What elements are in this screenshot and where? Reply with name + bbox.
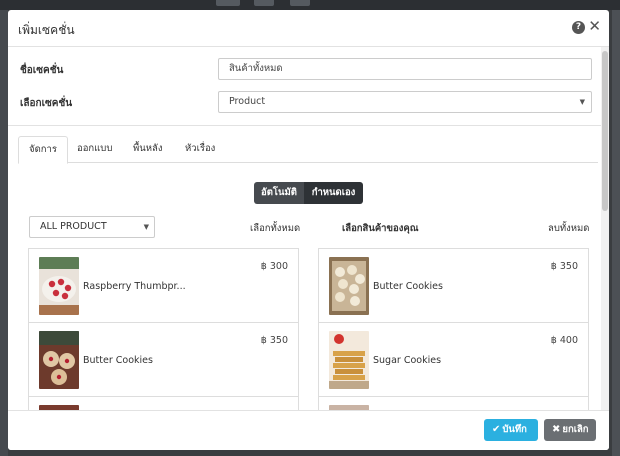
backdrop-right [612,10,620,456]
cancel-button[interactable]: ✖ ยกเลิก [544,419,596,441]
section-type-value: Product [229,96,266,107]
save-button-label: บันทึก [502,424,527,435]
product-price: ฿ 350 [260,335,288,346]
modal-title: เพิ่มเซคชั่น [18,23,75,37]
tab-background[interactable]: พื้นหลัง [123,136,172,163]
product-thumbnail [329,257,369,315]
caret-down-icon: ▼ [579,98,585,106]
modal-header: เพิ่มเซคชั่น ? ✕ [8,10,609,47]
backdrop-left [0,10,8,456]
product-thumbnail [39,257,79,315]
list-item[interactable]: Sugar Cookies ฿ 400 [319,323,588,397]
selected-products-list: Butter Cookies ฿ 350 Sugar Cookies ฿ 400 [318,248,589,410]
backdrop-top-bar [0,0,620,10]
modal-scrollbar[interactable] [601,47,609,410]
your-products-title: เลือกสินค้าของคุณ [342,223,419,234]
section-name-value: สินค้าทั้งหมด [229,63,283,74]
backdrop-mobile-icon [254,0,274,6]
product-filter-value: ALL PRODUCT [40,221,107,232]
backdrop-monitor-icon [216,0,240,6]
product-thumbnail [39,331,79,389]
section-tabs: จัดการ ออกแบบ พื้นหลัง หัวเรื่อง [18,136,598,164]
available-products-list: Raspberry Thumbpr... ฿ 300 Butter Cookie… [28,248,299,410]
select-all-link[interactable]: เลือกทั้งหมด [250,221,300,236]
tab-manage[interactable]: จัดการ [18,136,68,164]
list-item[interactable]: Raspberry Thumbpr... ฿ 300 [29,249,298,323]
save-button[interactable]: ✔ บันทึก [484,419,538,441]
product-price: ฿ 300 [260,261,288,272]
help-icon[interactable]: ? [572,21,585,34]
list-item[interactable] [29,397,298,410]
form-divider [8,125,609,126]
mode-auto-button[interactable]: อัตโนมัติ [254,182,304,204]
product-name: Sugar Cookies [373,355,442,366]
product-name: Butter Cookies [83,355,153,366]
cancel-button-label: ยกเลิก [562,424,589,435]
section-name-label: ชื่อเซคชั่น [20,65,64,76]
add-section-modal: เพิ่มเซคชั่น ? ✕ ชื่อเซคชั่น สินค้าทั้งห… [8,10,609,450]
tab-heading[interactable]: หัวเรื่อง [175,136,225,163]
product-name: Raspberry Thumbpr... [83,281,186,292]
list-item[interactable]: Butter Cookies ฿ 350 [319,249,588,323]
close-icon[interactable]: ✕ [588,18,601,34]
scrollbar-thumb[interactable] [602,51,608,211]
product-filter-select[interactable]: ALL PRODUCT ▼ [29,216,155,238]
product-price: ฿ 400 [550,335,578,346]
tab-design[interactable]: ออกแบบ [67,136,122,163]
caret-down-icon: ▼ [143,223,149,231]
product-name: Butter Cookies [373,281,443,292]
modal-footer: ✔ บันทึก ✖ ยกเลิก [8,410,609,450]
product-thumbnail [329,331,369,389]
section-type-select[interactable]: Product ▼ [218,91,592,113]
clear-all-link[interactable]: ลบทั้งหมด [548,221,589,236]
section-type-label: เลือกเซคชั่น [20,98,73,109]
times-icon: ✖ [552,424,561,435]
product-price: ฿ 350 [550,261,578,272]
section-name-input[interactable]: สินค้าทั้งหมด [218,58,592,80]
list-item[interactable] [319,397,588,410]
list-item[interactable]: Butter Cookies ฿ 350 [29,323,298,397]
mode-custom-button[interactable]: กำหนดเอง [304,182,363,204]
backdrop-info-icon [290,0,310,6]
check-icon: ✔ [492,424,501,435]
